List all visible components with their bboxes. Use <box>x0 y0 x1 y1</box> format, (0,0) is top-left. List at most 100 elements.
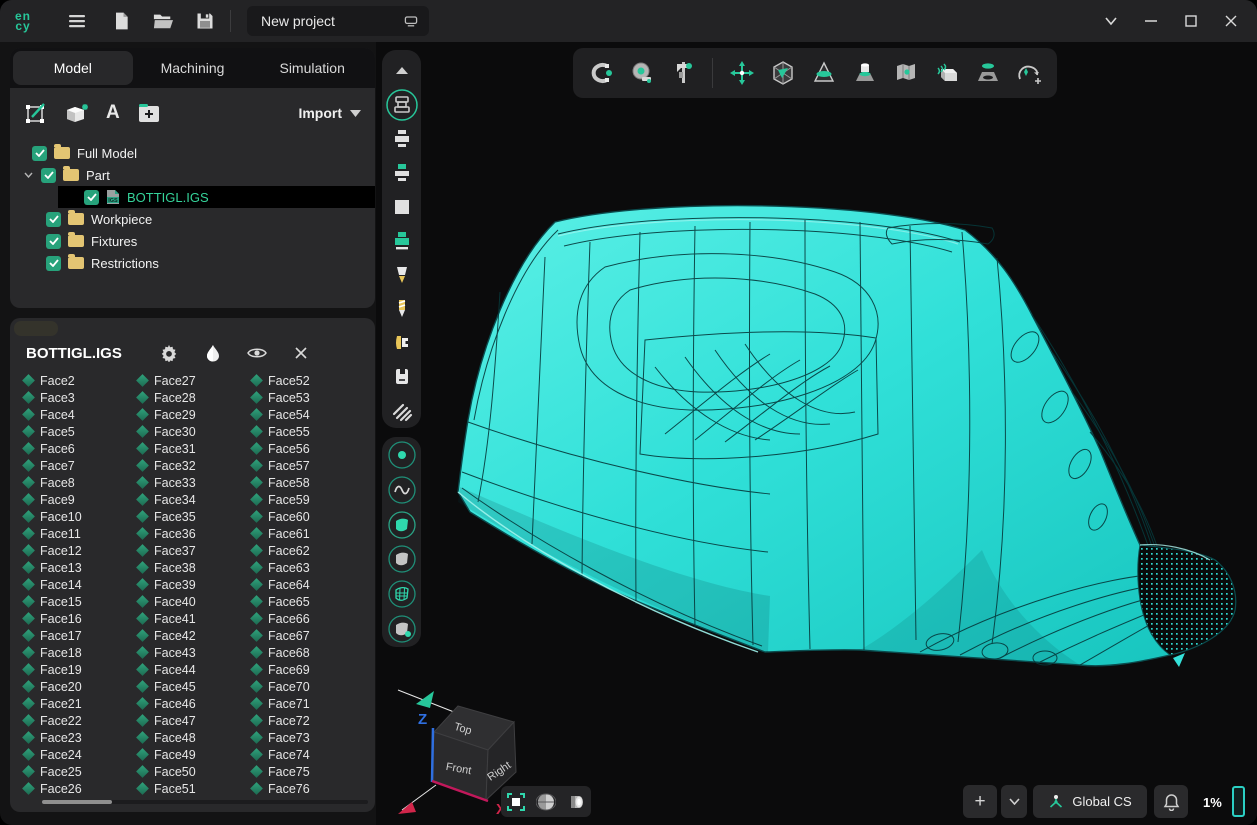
tree-item-full-model[interactable]: Full Model <box>10 142 375 164</box>
face-item[interactable]: Face42 <box>138 627 252 644</box>
stock-icon[interactable] <box>385 224 419 258</box>
face-item[interactable]: Face66 <box>252 610 366 627</box>
face-item[interactable]: Face21 <box>24 695 138 712</box>
face-item[interactable]: Face76 <box>252 780 366 797</box>
controller-icon[interactable] <box>385 360 419 394</box>
main-menu-button[interactable] <box>60 4 94 38</box>
checkbox-checked-icon[interactable] <box>46 212 61 227</box>
shading-sphere-icon[interactable] <box>535 791 557 813</box>
face-item[interactable]: Face67 <box>252 627 366 644</box>
face-item[interactable]: Face33 <box>138 474 252 491</box>
close-icon[interactable] <box>290 342 312 364</box>
face-item[interactable]: Face11 <box>24 525 138 542</box>
face-item[interactable]: Face50 <box>138 763 252 780</box>
face-item[interactable]: Face24 <box>24 746 138 763</box>
fixture-icon[interactable] <box>385 190 419 224</box>
window-minimize-button[interactable] <box>1131 4 1171 38</box>
restriction-hatch-icon[interactable] <box>385 394 419 428</box>
face-item[interactable]: Face15 <box>24 593 138 610</box>
face-item[interactable]: Face30 <box>138 423 252 440</box>
face-item[interactable]: Face55 <box>252 423 366 440</box>
point-filter-icon[interactable] <box>385 438 419 472</box>
tab-model[interactable]: Model <box>13 51 133 85</box>
face-item[interactable]: Face35 <box>138 508 252 525</box>
face-item[interactable]: Face16 <box>24 610 138 627</box>
face-item[interactable]: Face61 <box>252 525 366 542</box>
cs-dropdown-button[interactable] <box>1001 785 1027 818</box>
expander-chevron-icon[interactable] <box>24 170 34 181</box>
checkbox-checked-icon[interactable] <box>84 190 99 205</box>
face-item[interactable]: Face75 <box>252 763 366 780</box>
caliper-icon[interactable] <box>667 56 699 90</box>
curve-filter-icon[interactable] <box>385 473 419 507</box>
face-item[interactable]: Face31 <box>138 440 252 457</box>
tool-icon[interactable] <box>385 258 419 292</box>
face-item[interactable]: Face27 <box>138 372 252 389</box>
scroll-up-icon[interactable] <box>385 54 419 88</box>
shading-cylinder-icon[interactable] <box>565 791 587 813</box>
snap-magnet-icon[interactable] <box>585 56 617 90</box>
face-item[interactable]: Face68 <box>252 644 366 661</box>
save-project-button[interactable] <box>188 4 222 38</box>
face-item[interactable]: Face4 <box>24 406 138 423</box>
checkbox-checked-icon[interactable] <box>46 256 61 271</box>
face-item[interactable]: Face47 <box>138 712 252 729</box>
sketch-icon[interactable] <box>24 101 48 125</box>
add-cs-button[interactable]: + <box>963 785 997 818</box>
unfold-map-icon[interactable] <box>890 56 922 90</box>
face-item[interactable]: Face20 <box>24 678 138 695</box>
panel-drag-handle[interactable] <box>14 321 58 336</box>
checkbox-checked-icon[interactable] <box>41 168 56 183</box>
face-item[interactable]: Face38 <box>138 559 252 576</box>
mesh-filter-icon[interactable] <box>385 577 419 611</box>
add-folder-icon[interactable] <box>136 102 162 124</box>
face-item[interactable]: Face71 <box>252 695 366 712</box>
face-item[interactable]: Face36 <box>138 525 252 542</box>
ency-logo-icon[interactable]: en cy <box>8 6 38 36</box>
face-item[interactable]: Face74 <box>252 746 366 763</box>
face-item[interactable]: Face63 <box>252 559 366 576</box>
face-item[interactable]: Face45 <box>138 678 252 695</box>
tab-simulation[interactable]: Simulation <box>252 51 372 85</box>
window-close-button[interactable] <box>1211 4 1251 38</box>
face-item[interactable]: Face28 <box>138 389 252 406</box>
machine-icon[interactable] <box>385 88 419 122</box>
tree-item-bottigl-selected[interactable]: IGS BOTTIGL.IGS <box>58 186 375 208</box>
face-item[interactable]: Face22 <box>24 712 138 729</box>
face-item[interactable]: Face48 <box>138 729 252 746</box>
face-item[interactable]: Face73 <box>252 729 366 746</box>
face-item[interactable]: Face62 <box>252 542 366 559</box>
model-bottigl[interactable] <box>440 172 1240 692</box>
project-name-field[interactable]: New project <box>247 6 429 36</box>
polyhedron-icon[interactable] <box>767 56 799 90</box>
face-item[interactable]: Face3 <box>24 389 138 406</box>
face-item[interactable]: Face49 <box>138 746 252 763</box>
face-item[interactable]: Face64 <box>252 576 366 593</box>
tool-head-icon[interactable] <box>385 326 419 360</box>
face-item[interactable]: Face52 <box>252 372 366 389</box>
move-icon[interactable] <box>726 56 758 90</box>
open-project-button[interactable] <box>146 4 180 38</box>
tree-item-part[interactable]: Part <box>10 164 375 186</box>
face-item[interactable]: Face13 <box>24 559 138 576</box>
global-cs-button[interactable]: Global CS <box>1033 785 1147 818</box>
surface-offset-icon[interactable] <box>931 56 963 90</box>
gear-icon[interactable] <box>158 342 180 364</box>
face-item[interactable]: Face7 <box>24 457 138 474</box>
face-item[interactable]: Face19 <box>24 661 138 678</box>
faces-scrollbar-thumb[interactable] <box>42 800 112 804</box>
face-item[interactable]: Face69 <box>252 661 366 678</box>
face-item[interactable]: Face5 <box>24 423 138 440</box>
new-project-button[interactable] <box>104 4 138 38</box>
face-item[interactable]: Face34 <box>138 491 252 508</box>
face-item[interactable]: Face17 <box>24 627 138 644</box>
face-item[interactable]: Face53 <box>252 389 366 406</box>
add-curve-icon[interactable] <box>1013 56 1045 90</box>
face-item[interactable]: Face65 <box>252 593 366 610</box>
face-item[interactable]: Face43 <box>138 644 252 661</box>
face-item[interactable]: Face54 <box>252 406 366 423</box>
workpiece-icon[interactable] <box>385 156 419 190</box>
cone-section-icon[interactable] <box>808 56 840 90</box>
face-item[interactable]: Face56 <box>252 440 366 457</box>
drill-icon[interactable] <box>385 292 419 326</box>
